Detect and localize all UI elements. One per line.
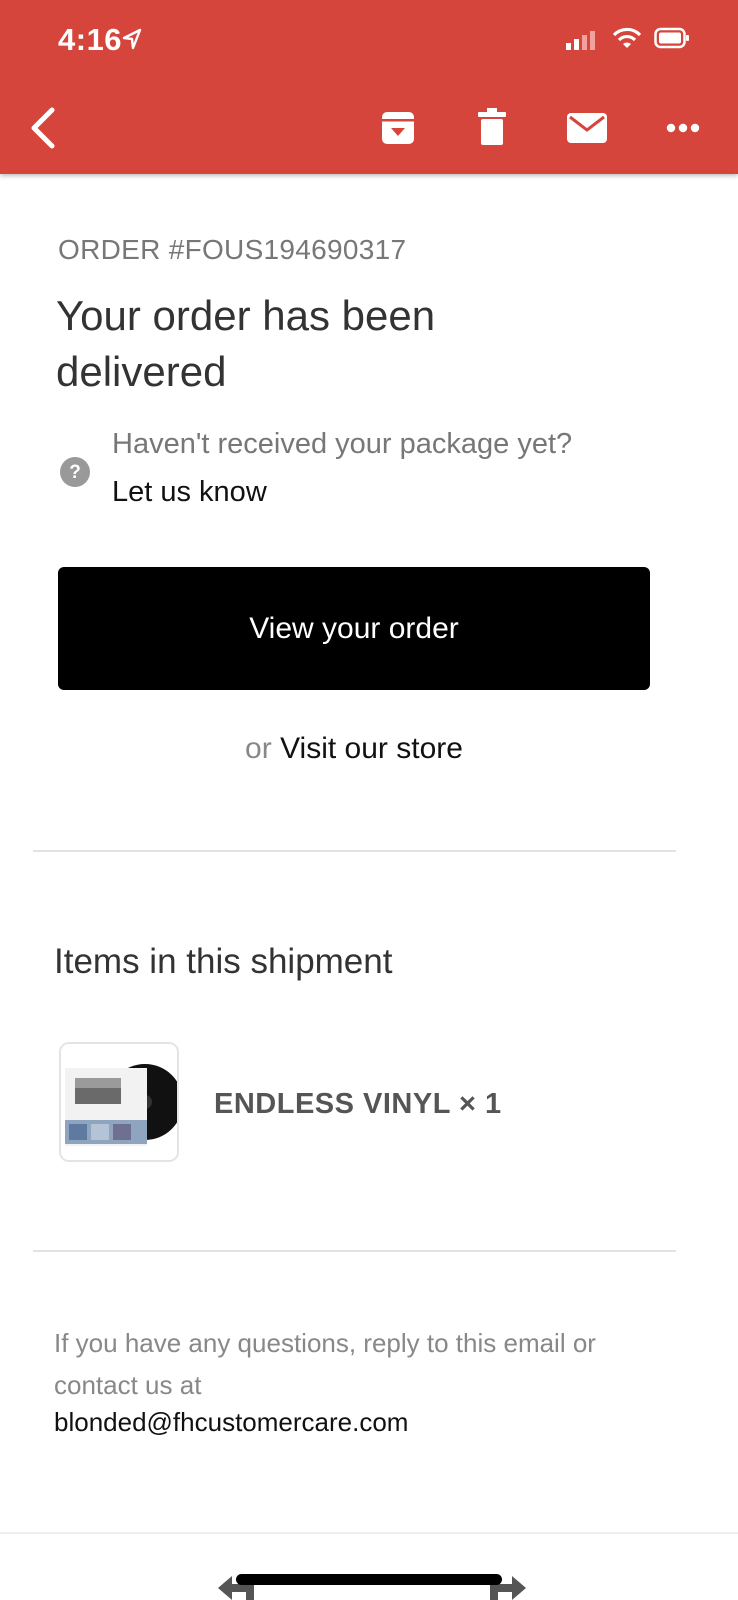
visit-or-text: or (245, 732, 272, 765)
footer-text: If you have any questions, reply to this… (54, 1328, 596, 1400)
view-order-label: View your order (249, 611, 459, 645)
divider (33, 850, 676, 852)
trash-icon[interactable] (478, 108, 506, 146)
home-indicator (236, 1574, 502, 1585)
headline: Your order has been delivered (56, 292, 436, 395)
app-bar: 4:16 (0, 0, 738, 174)
location-arrow-icon (122, 28, 142, 50)
contact-email-link[interactable]: blonded@fhcustomercare.com (54, 1407, 408, 1438)
status-time: 4:16 (58, 22, 123, 57)
help-question: Haven't received your package yet? (112, 428, 573, 460)
visit-store-link[interactable]: Visit our store (280, 732, 463, 765)
archive-icon[interactable] (380, 110, 416, 146)
wifi-icon (612, 27, 642, 48)
vinyl-record-image (61, 1044, 177, 1160)
item-name: ENDLESS VINYL × 1 (214, 1088, 502, 1120)
svg-text:?: ? (69, 462, 81, 483)
back-icon[interactable] (26, 106, 58, 150)
let-us-know-link[interactable]: Let us know (112, 476, 267, 509)
mail-icon[interactable] (567, 113, 607, 143)
view-order-button[interactable]: View your order (58, 567, 650, 690)
bottom-divider (0, 1532, 738, 1534)
signal-icon (566, 31, 595, 50)
battery-icon (654, 27, 689, 49)
more-icon[interactable] (666, 123, 700, 133)
visit-store-row: or Visit our store (0, 732, 708, 766)
items-section-title: Items in this shipment (54, 942, 393, 981)
order-number: ORDER #FOUS194690317 (58, 234, 407, 265)
question-circle-icon: ? (60, 457, 90, 487)
divider (33, 1250, 676, 1252)
item-thumbnail (59, 1042, 179, 1162)
